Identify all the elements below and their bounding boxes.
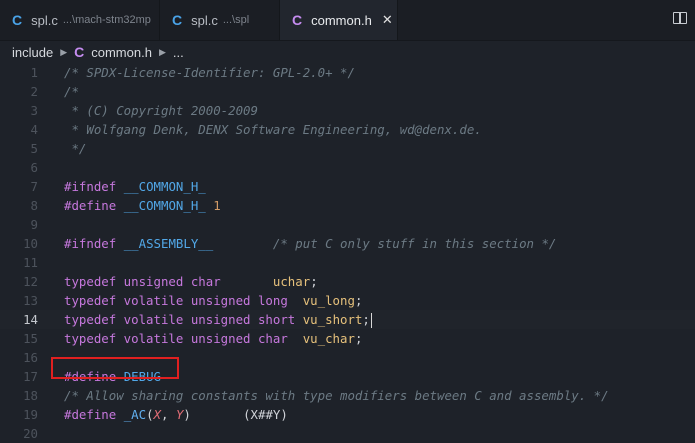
line-number: 10: [23, 236, 38, 251]
code-line: 10 #ifndef __ASSEMBLY__ /* put C only stu…: [0, 234, 695, 253]
directive: #ifndef: [64, 236, 124, 251]
tab-common-h[interactable]: C common.h ✕: [280, 0, 398, 40]
code-line: 18 /* Allow sharing constants with type m…: [0, 386, 695, 405]
punctuation: ;: [310, 274, 318, 289]
comment: /* put C only stuff in this section */: [213, 236, 557, 251]
line-number: 3: [30, 103, 38, 118]
code-line: 7 #ifndef __COMMON_H_: [0, 177, 695, 196]
punctuation: ,: [161, 407, 176, 422]
highlight-box: [51, 357, 179, 379]
macro-body: ) (X##Y): [183, 407, 288, 422]
tab-spl-c-spl[interactable]: C spl.c ...\spl: [160, 0, 280, 40]
code-editor[interactable]: 1 /* SPDX-License-Identifier: GPL-2.0+ */…: [0, 63, 695, 443]
code-line: 5 */: [0, 139, 695, 158]
line-number: 6: [30, 160, 38, 175]
close-icon[interactable]: ✕: [382, 12, 393, 28]
code-line: 13 typedef volatile unsigned long vu_long…: [0, 291, 695, 310]
type-keyword: typedef volatile unsigned short: [64, 312, 296, 327]
comment: * (C) Copyright 2000-2009: [64, 103, 258, 118]
type-identifier: vu_long: [287, 293, 355, 308]
comment: /*: [64, 84, 79, 99]
type-keyword: typedef volatile unsigned long: [64, 293, 288, 308]
tab-path: ...\spl: [222, 14, 250, 26]
punctuation: ;: [354, 331, 363, 346]
c-file-icon: C: [12, 12, 23, 28]
comment: */: [64, 141, 87, 156]
tab-bar: C spl.c ...\mach-stm32mp C spl.c ...\spl…: [0, 0, 695, 41]
macro-param: X: [153, 407, 162, 422]
text-cursor: [370, 313, 373, 328]
breadcrumb-file[interactable]: common.h: [91, 45, 152, 60]
punctuation: ;: [362, 312, 370, 327]
line-number: 18: [23, 388, 38, 403]
breadcrumb: include ▶ C common.h ▶ ...: [0, 41, 695, 63]
type-identifier: uchar: [220, 274, 311, 289]
line-number: 7: [30, 179, 38, 194]
comment: * Wolfgang Denk, DENX Software Engineeri…: [64, 122, 482, 137]
macro-name: __COMMON_H_: [123, 198, 206, 213]
directive: #ifndef: [64, 179, 124, 194]
directive: #define: [64, 407, 124, 422]
code-line: 1 /* SPDX-License-Identifier: GPL-2.0+ */: [0, 63, 695, 82]
tab-label: common.h: [311, 12, 372, 28]
comment: /* SPDX-License-Identifier: GPL-2.0+ */: [64, 65, 355, 80]
line-number: 14: [23, 312, 38, 327]
chevron-right-icon: ▶: [60, 46, 68, 57]
code-line: 2 /*: [0, 82, 695, 101]
macro-name: __ASSEMBLY__: [123, 236, 214, 251]
punctuation: (: [146, 407, 154, 422]
tab-spl-c-mach-stm32mp[interactable]: C spl.c ...\mach-stm32mp: [0, 0, 160, 40]
line-number: 12: [23, 274, 38, 289]
code-line: 11: [0, 253, 695, 272]
punctuation: ;: [354, 293, 363, 308]
code-line: 12 typedef unsigned char uchar;: [0, 272, 695, 291]
tab-path: ...\mach-stm32mp: [62, 14, 151, 26]
line-number: 4: [30, 122, 38, 137]
chevron-right-icon: ▶: [158, 46, 166, 57]
c-file-icon: C: [292, 12, 303, 28]
line-number: 15: [23, 331, 38, 346]
c-file-icon: C: [74, 44, 85, 60]
code-line: 8 #define __COMMON_H_ 1: [0, 196, 695, 215]
code-line: 4 * Wolfgang Denk, DENX Software Enginee…: [0, 120, 695, 139]
number-literal: 1: [205, 198, 221, 213]
macro-name: __COMMON_H_: [123, 179, 206, 194]
split-editor-icon[interactable]: [673, 12, 687, 24]
line-number: 11: [23, 255, 38, 270]
current-code-line: 14 typedef volatile unsigned short vu_sho…: [0, 310, 695, 329]
line-number: 13: [23, 293, 38, 308]
breadcrumb-folder[interactable]: include: [12, 45, 53, 60]
code-line: 6: [0, 158, 695, 177]
directive: #define: [64, 198, 124, 213]
line-number: 2: [30, 84, 38, 99]
line-number: 19: [23, 407, 38, 422]
comment: /* Allow sharing constants with type mod…: [64, 388, 609, 403]
code-line: 19 #define _AC(X, Y) (X##Y): [0, 405, 695, 424]
line-number: 5: [30, 141, 38, 156]
tab-label: spl.c: [31, 12, 58, 28]
line-number: 9: [30, 217, 38, 232]
code-line: 15 typedef volatile unsigned char vu_char…: [0, 329, 695, 348]
type-identifier: vu_short: [295, 312, 363, 327]
line-number: 8: [30, 198, 38, 213]
code-line: 3 * (C) Copyright 2000-2009: [0, 101, 695, 120]
line-number: 16: [23, 350, 38, 365]
code-line: 9: [0, 215, 695, 234]
breadcrumb-symbols[interactable]: ...: [173, 45, 184, 60]
c-file-icon: C: [172, 12, 183, 28]
type-identifier: vu_char: [287, 331, 355, 346]
tab-label: spl.c: [191, 12, 218, 28]
line-number: 17: [23, 369, 38, 384]
macro-function: _AC: [123, 407, 147, 422]
type-keyword: typedef unsigned char: [64, 274, 221, 289]
type-keyword: typedef volatile unsigned char: [64, 331, 288, 346]
line-number: 1: [30, 65, 38, 80]
